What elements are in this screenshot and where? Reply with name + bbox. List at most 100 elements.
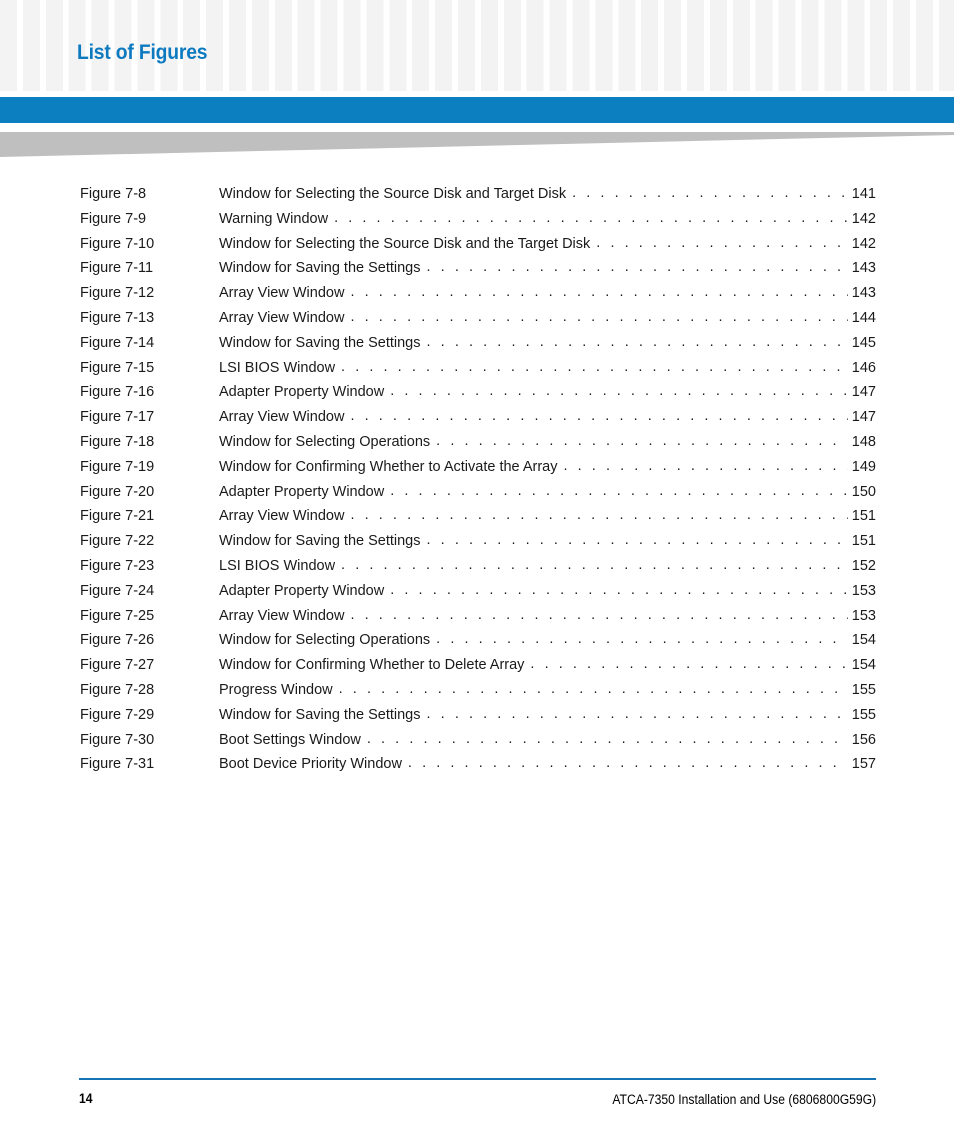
leader-dots: . . . . . . . . . . . . . . . . . . . . … (426, 259, 849, 276)
figure-label: Figure 7-8 (80, 186, 147, 202)
list-item[interactable]: Figure 7-16 Adapter Property Window . . . … (0, 383, 954, 409)
leader-dots: . . . . . . . . . . . . . . . . . . . . … (596, 234, 848, 251)
leader-dots: . . . . . . . . . . . . . . . . . . . . … (407, 755, 848, 772)
leader-dots: . . . . . . . . . . . . . . . . . . . . … (426, 333, 849, 350)
figure-page-number: 152 (851, 557, 876, 574)
figure-page-number: 150 (851, 483, 876, 500)
list-item[interactable]: Figure 7-21 Array View Window . . . . . . … (0, 507, 954, 533)
list-item[interactable]: Figure 7-10 Window for Selecting the Sour… (0, 234, 954, 261)
list-item[interactable]: Figure 7-23 LSI BIOS Window . . . . . . . … (0, 556, 954, 583)
list-item[interactable]: Figure 7-13 Array View Window . . . . . . … (0, 308, 954, 335)
footer-document-title: ATCA-7350 Installation and Use (6806800G… (612, 1092, 876, 1107)
list-item[interactable]: Figure 7-24 Adapter Property Window . . . … (0, 581, 954, 608)
figure-title: LSI BIOS Window (219, 359, 336, 376)
leader-dots: . . . . . . . . . . . . . . . . . . . . … (341, 556, 848, 573)
figure-label: Figure 7-23 (80, 557, 155, 574)
list-item[interactable]: Figure 7-25 Array View Window . . . . . . … (0, 606, 954, 633)
figure-title: Progress Window (219, 681, 333, 698)
figure-title: LSI BIOS Window (219, 557, 336, 574)
figure-title: Adapter Property Window (219, 483, 385, 500)
figure-label: Figure 7-18 (80, 433, 155, 450)
leader-dots: . . . . . . . . . . . . . . . . . . . . … (390, 383, 848, 400)
figure-page-number: 151 (851, 533, 876, 550)
figure-title: Window for Confirming Whether to Activat… (219, 458, 558, 475)
figure-page-number: 151 (851, 508, 876, 525)
figure-page-number: 142 (851, 210, 876, 227)
figure-label: Figure 7-26 (80, 632, 155, 649)
list-item[interactable]: Figure 7-19 Window for Confirming Whether… (0, 457, 954, 484)
figure-label: Figure 7-28 (80, 681, 155, 698)
list-item[interactable]: Figure 7-18 Window for Selecting Operatio… (0, 432, 954, 459)
figure-title: Window for Saving the Settings (219, 706, 421, 723)
figure-label: Figure 7-17 (80, 409, 155, 426)
figure-label: Figure 7-14 (80, 334, 155, 351)
list-item[interactable]: Figure 7-14 Window for Saving the Setting… (0, 333, 954, 360)
figure-page-number: 149 (851, 458, 876, 475)
leader-dots: . . . . . . . . . . . . . . . . . . . . … (341, 358, 848, 375)
figure-page-number: 145 (851, 334, 876, 351)
leader-dots: . . . . . . . . . . . . . . . . . . . . … (390, 482, 848, 499)
leader-dots: . . . . . . . . . . . . . . . . . . . . … (426, 705, 849, 722)
figure-title: Window for Selecting the Source Disk and… (219, 235, 591, 252)
list-item[interactable]: Figure 7-20 Adapter Property Window . . . … (0, 482, 954, 509)
page-header: List of Figures (0, 0, 954, 160)
figure-title: Adapter Property Window (219, 384, 385, 401)
figure-title: Window for Saving the Settings (219, 334, 421, 351)
header-gray-wedge (0, 132, 954, 158)
figure-title: Window for Selecting Operations (219, 433, 431, 450)
figure-page-number: 148 (851, 433, 876, 450)
list-item[interactable]: Figure 7-28 Progress Window . . . . . . . … (0, 681, 954, 707)
figure-page-number: 153 (851, 607, 876, 624)
leader-dots: . . . . . . . . . . . . . . . . . . . . … (350, 408, 848, 425)
gray-wedge-shape (0, 132, 954, 157)
figure-title: Array View Window (219, 309, 345, 326)
page-title: List of Figures (77, 41, 208, 64)
list-item[interactable]: Figure 7-12 Array View Window . . . . . . … (0, 284, 954, 310)
figure-label: Figure 7-20 (80, 483, 155, 500)
leader-dots: . . . . . . . . . . . . . . . . . . . . … (350, 308, 848, 325)
list-item[interactable]: Figure 7-26 Window for Selecting Operatio… (0, 631, 954, 657)
figure-label: Figure 7-13 (80, 309, 155, 326)
leader-dots: . . . . . . . . . . . . . . . . . . . . … (563, 457, 848, 474)
leader-dots: . . . . . . . . . . . . . . . . . . . . … (350, 606, 848, 623)
leader-dots: . . . . . . . . . . . . . . . . . . . . … (334, 209, 848, 226)
figure-label: Figure 7-19 (80, 458, 155, 475)
figure-label: Figure 7-25 (80, 607, 155, 624)
figure-label: Figure 7-16 (80, 384, 155, 401)
figure-label: Figure 7-29 (80, 706, 155, 723)
figure-title: Window for Selecting the Source Disk and… (219, 186, 567, 202)
leader-dots: . . . . . . . . . . . . . . . . . . . . … (390, 581, 848, 598)
list-item[interactable]: Figure 7-27 Window for Confirming Whether… (0, 656, 954, 682)
figure-page-number: 156 (851, 731, 876, 748)
list-item[interactable]: Figure 7-15 LSI BIOS Window . . . . . . . … (0, 358, 954, 385)
leader-dots: . . . . . . . . . . . . . . . . . . . . … (436, 432, 848, 449)
list-item[interactable]: Figure 7-31 Boot Device Priority Window . … (0, 755, 954, 781)
leader-dots: . . . . . . . . . . . . . . . . . . . . … (350, 507, 848, 524)
footer-divider (79, 1078, 876, 1080)
figure-title: Adapter Property Window (219, 582, 385, 599)
leader-dots: . . . . . . . . . . . . . . . . . . . . … (530, 656, 848, 673)
figure-title: Warning Window (219, 210, 329, 227)
figure-label: Figure 7-21 (80, 508, 155, 525)
figure-page-number: 154 (851, 657, 876, 674)
figure-label: Figure 7-15 (80, 359, 155, 376)
list-item[interactable]: Figure 7-30 Boot Settings Window . . . . .… (0, 731, 954, 757)
page-footer: 14 ATCA-7350 Installation and Use (68068… (0, 1065, 954, 1145)
leader-dots: . . . . . . . . . . . . . . . . . . . . … (572, 185, 848, 201)
figure-title: Array View Window (219, 285, 345, 302)
figure-title: Window for Saving the Settings (219, 260, 421, 277)
figure-page-number: 153 (851, 582, 876, 599)
footer-page-number: 14 (79, 1091, 93, 1106)
list-item[interactable]: Figure 7-22 Window for Saving the Setting… (0, 532, 954, 558)
figure-title: Array View Window (219, 607, 345, 624)
figure-page-number: 154 (851, 632, 876, 649)
figure-label: Figure 7-31 (80, 756, 155, 773)
figure-title: Array View Window (219, 508, 345, 525)
figure-title: Window for Saving the Settings (219, 533, 421, 550)
list-item[interactable]: Figure 7-17 Array View Window . . . . . . … (0, 408, 954, 434)
list-item[interactable]: Figure 7-11 Window for Saving the Setting… (0, 259, 954, 285)
list-item[interactable]: Figure 7-29 Window for Saving the Setting… (0, 705, 954, 732)
list-item[interactable]: Figure 7-9 Warning Window . . . . . . . . … (0, 209, 954, 236)
list-item[interactable]: Figure 7-8 Window for Selecting the Sourc… (0, 185, 954, 211)
figure-title: Window for Selecting Operations (219, 632, 431, 649)
